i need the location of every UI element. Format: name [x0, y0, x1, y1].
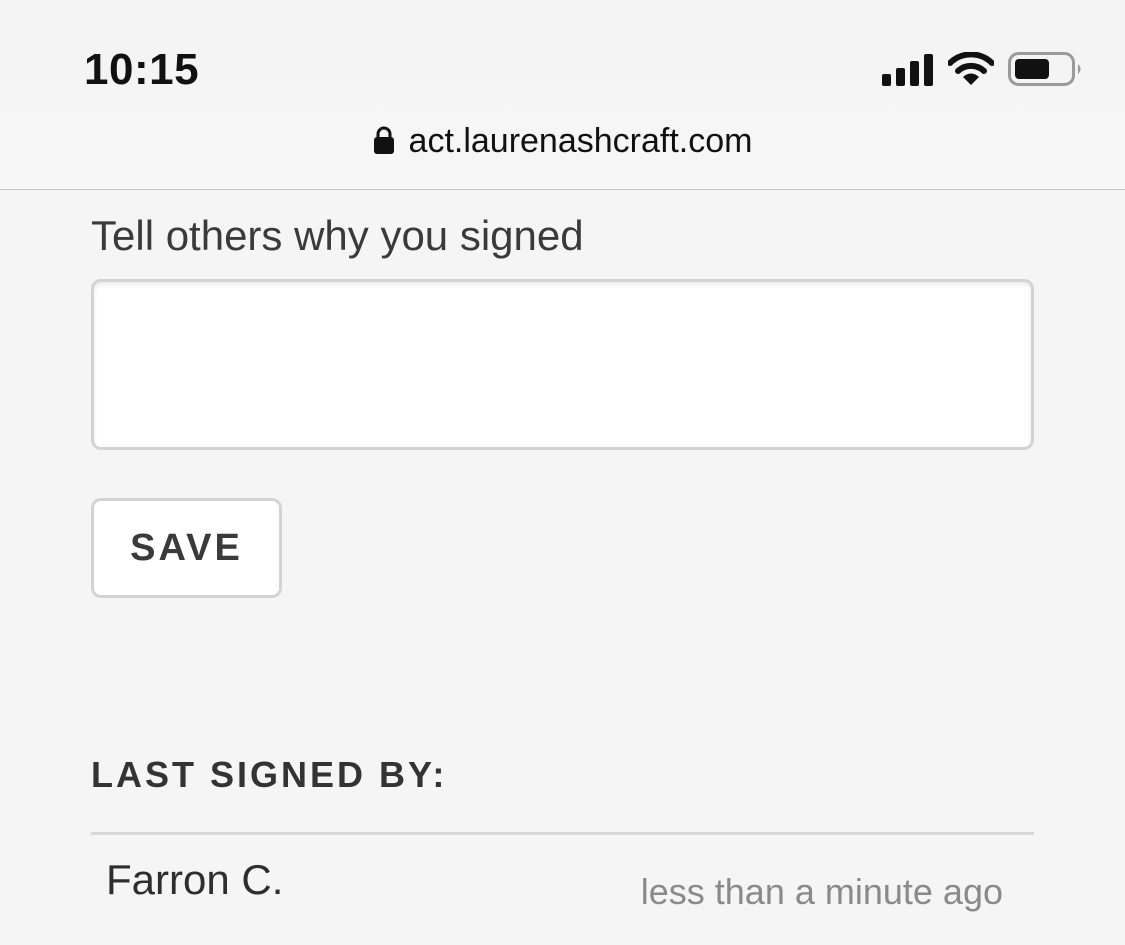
lock-icon [373, 126, 394, 154]
last-signed-heading: LAST SIGNED BY: [91, 754, 448, 795]
address-bar[interactable]: act.laurenashcraft.com [0, 118, 1125, 164]
reason-label: Tell others why you signed [91, 212, 584, 259]
reason-textarea[interactable] [91, 279, 1034, 450]
signer-time: less than a minute ago [640, 871, 1003, 912]
signer-row: Farron C. less than a minute ago [91, 835, 1034, 945]
url-text: act.laurenashcraft.com [408, 122, 753, 160]
save-button[interactable]: SAVE [91, 498, 282, 598]
battery-icon [1008, 52, 1081, 86]
signer-name: Farron C. [106, 856, 284, 903]
signal-bars-icon [882, 54, 933, 86]
wifi-icon [948, 52, 994, 85]
status-time: 10:15 [84, 45, 200, 94]
browser-chrome: 10:15 act.laurenashcraft.com [0, 0, 1125, 190]
